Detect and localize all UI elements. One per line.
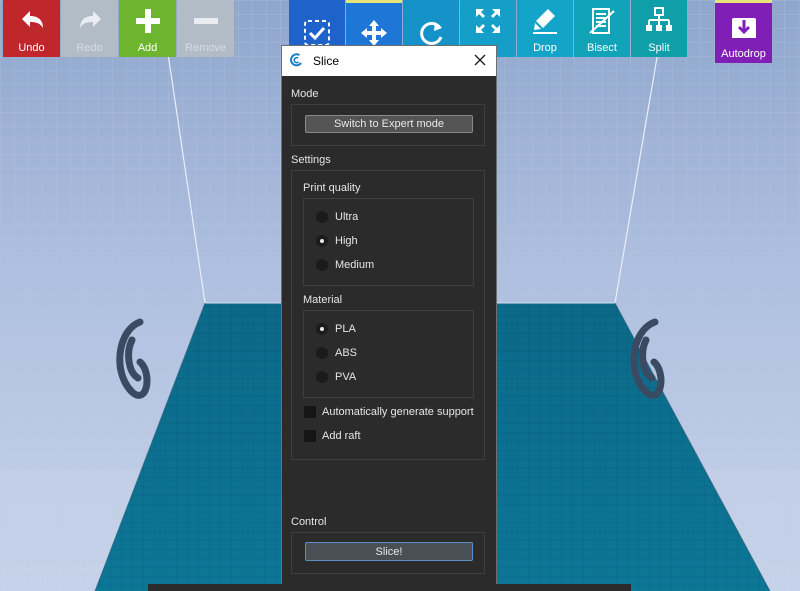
toolbar-button-label: Add [137,42,158,54]
autodrop-icon [729,12,759,48]
material-option-abs[interactable]: ABS [316,347,357,359]
undo-button[interactable]: Undo [3,0,60,57]
redo-arrow-icon [75,6,105,42]
quality-option-high[interactable]: High [316,235,358,247]
material-option-label: PVA [335,371,357,383]
drop-button[interactable]: Drop [517,0,573,57]
switch-expert-mode-button[interactable]: Switch to Expert mode [305,115,473,133]
toolbar-button-label: Remove [185,42,226,54]
toolbar-button-label: Undo [18,42,45,54]
dialog-title: Slice [313,54,340,68]
radio-button[interactable] [316,347,328,359]
slice-button[interactable]: Slice! [305,542,473,561]
quality-option-label: Medium [335,259,375,271]
settings-section-title: Settings [291,154,331,166]
material-title: Material [303,294,343,306]
material-option-label: PLA [335,323,356,335]
close-icon[interactable] [472,52,488,68]
radio-button[interactable] [316,259,328,271]
radio-button[interactable] [316,211,328,223]
quality-option-ultra[interactable]: Ultra [316,211,358,223]
toolbar-button-label: Split [648,42,670,54]
radio-button-checked[interactable] [316,323,328,335]
auto-support-checkbox[interactable] [304,406,316,418]
split-button[interactable]: Split [631,0,687,57]
add-button[interactable]: Add [119,0,176,57]
auto-support-label: Automatically generate support [322,406,474,418]
add-raft-checkbox[interactable] [304,430,316,442]
undo-arrow-icon [17,6,47,42]
material-option-pla[interactable]: PLA [316,323,356,335]
toolbar-button-label: Autodrop [721,48,766,60]
bisect-button[interactable]: Bisect [574,0,630,57]
scale-expand-icon [473,6,503,42]
radio-button[interactable] [316,371,328,383]
print-quality-title: Print quality [303,182,361,194]
redo-button[interactable]: Redo [61,0,118,57]
add-raft-label: Add raft [322,430,361,442]
minus-icon [191,6,221,42]
remove-button[interactable]: Remove [177,0,234,57]
bisect-icon [587,6,617,42]
toolbar-button-label: Redo [76,42,103,54]
material-option-pva[interactable]: PVA [316,371,356,383]
mode-section-title: Mode [291,88,319,100]
app-logo-icon [290,52,304,70]
split-tree-icon [644,6,674,42]
quality-option-medium[interactable]: Medium [316,259,374,271]
drop-pen-icon [530,6,560,42]
dialog-titlebar[interactable]: Slice [282,46,496,76]
quality-option-label: Ultra [335,211,359,223]
toolbar-button-label: Drop [533,42,557,54]
status-strip [148,584,631,591]
add-raft-checkbox-row[interactable]: Add raft [304,430,361,442]
toolbar-button-label: Bisect [587,42,617,54]
plus-icon [133,6,163,42]
auto-support-checkbox-row[interactable]: Automatically generate support [304,406,474,418]
control-section-title: Control [291,516,327,528]
autodrop-button[interactable]: Autodrop [715,0,772,63]
radio-button-checked[interactable] [316,235,328,247]
slice-dialog: Slice Mode Switch to Expert mode Setting… [281,45,497,591]
material-option-label: ABS [335,347,358,359]
quality-option-label: High [335,235,358,247]
